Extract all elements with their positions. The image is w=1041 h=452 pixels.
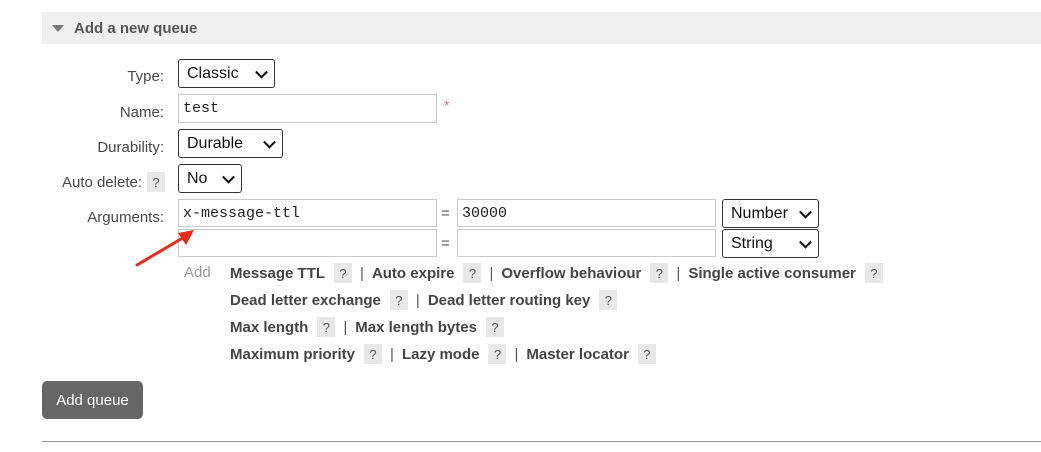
chevron-down-icon — [799, 205, 812, 219]
required-mark: * — [444, 97, 450, 113]
argument-value-input[interactable]: 30000 — [457, 199, 716, 227]
argument-key-value: x-message-ttl — [183, 204, 301, 222]
add-argument-label: Add — [184, 264, 211, 281]
argument-links-row: Maximum priority ? | Lazy mode ? | Maste… — [230, 343, 656, 365]
name-value: test — [183, 100, 220, 117]
argument-link-overflow-behaviour[interactable]: Overflow behaviour — [501, 265, 641, 282]
separator: | — [514, 345, 519, 363]
argument-link-maximum-priority[interactable]: Maximum priority — [230, 346, 355, 363]
add-queue-button[interactable]: Add queue — [42, 381, 143, 419]
type-select[interactable]: Classic — [178, 59, 275, 88]
separator: | — [489, 264, 494, 282]
argument-type-value: String — [731, 234, 773, 252]
argument-value-input[interactable] — [457, 229, 716, 257]
durability-select[interactable]: Durable — [178, 129, 283, 158]
help-icon[interactable]: ? — [650, 263, 669, 283]
argument-links-row: Message TTL ? | Auto expire ? | Overflow… — [230, 262, 883, 284]
help-icon[interactable]: ? — [389, 290, 408, 310]
type-label: Type: — [127, 68, 164, 85]
help-icon[interactable]: ? — [864, 263, 883, 283]
argument-link-auto-expire[interactable]: Auto expire — [372, 265, 455, 282]
argument-link-lazy-mode[interactable]: Lazy mode — [402, 346, 480, 363]
separator: | — [360, 264, 364, 282]
argument-equals: = — [441, 205, 450, 222]
argument-type-select[interactable]: Number — [722, 199, 819, 228]
argument-equals: = — [441, 235, 450, 252]
auto-delete-value: No — [187, 169, 208, 187]
divider — [42, 441, 1041, 442]
help-icon[interactable]: ? — [637, 344, 656, 364]
chevron-down-icon — [255, 65, 268, 79]
help-icon[interactable]: ? — [599, 290, 618, 310]
chevron-down-icon — [263, 135, 276, 149]
name-label: Name: — [119, 104, 164, 121]
chevron-down-icon — [799, 235, 812, 249]
argument-key-input[interactable] — [178, 229, 437, 257]
argument-link-max-length-bytes[interactable]: Max length bytes — [355, 319, 477, 336]
section-header[interactable]: Add a new queue — [42, 12, 1041, 44]
separator: | — [415, 291, 420, 309]
argument-key-input[interactable]: x-message-ttl — [178, 199, 437, 227]
argument-type-select[interactable]: String — [722, 229, 819, 258]
argument-link-master-locator[interactable]: Master locator — [526, 346, 629, 363]
argument-link-dead-letter-exchange[interactable]: Dead letter exchange — [230, 292, 381, 309]
argument-links-row: Max length ? | Max length bytes ? — [230, 316, 504, 338]
durability-value: Durable — [187, 134, 244, 152]
argument-link-single-active-consumer[interactable]: Single active consumer — [688, 265, 856, 282]
auto-delete-help-icon[interactable]: ? — [147, 172, 165, 192]
argument-links-row: Dead letter exchange ? | Dead letter rou… — [230, 289, 618, 311]
triangle-down-icon — [52, 24, 64, 32]
durability-label: Durability: — [97, 139, 164, 156]
help-icon[interactable]: ? — [463, 263, 482, 283]
argument-link-message-ttl[interactable]: Message TTL — [230, 265, 325, 282]
help-icon[interactable]: ? — [485, 317, 504, 337]
help-icon[interactable]: ? — [488, 344, 507, 364]
arguments-label: Arguments: — [87, 209, 164, 226]
argument-value: 30000 — [462, 204, 508, 222]
help-icon[interactable]: ? — [317, 317, 336, 337]
type-value: Classic — [187, 64, 239, 82]
section-title: Add a new queue — [74, 19, 198, 37]
argument-link-max-length[interactable]: Max length — [230, 319, 308, 336]
help-icon[interactable]: ? — [364, 344, 383, 364]
argument-link-dead-letter-routing-key[interactable]: Dead letter routing key — [428, 292, 591, 309]
auto-delete-label: Auto delete: — [61, 174, 142, 191]
auto-delete-select[interactable]: No — [178, 164, 242, 193]
separator: | — [676, 264, 681, 282]
chevron-down-icon — [222, 170, 235, 184]
name-input[interactable]: test — [178, 94, 437, 123]
separator: | — [343, 318, 348, 336]
help-icon[interactable]: ? — [334, 263, 353, 283]
separator: | — [390, 345, 394, 363]
argument-type-value: Number — [731, 204, 788, 222]
